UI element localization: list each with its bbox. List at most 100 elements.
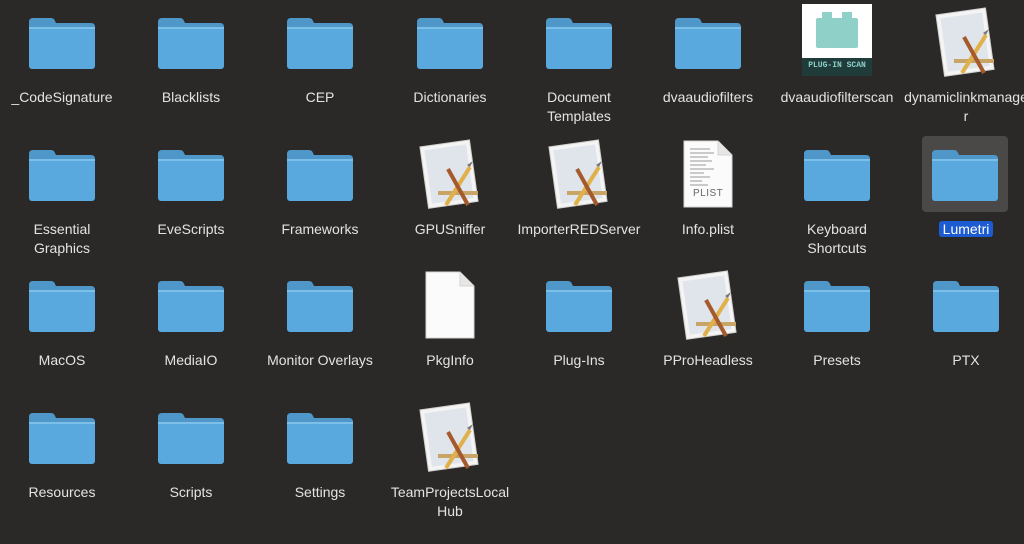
finder-item-label: dynamiclinkmanager <box>904 88 1024 126</box>
folder-icon <box>156 142 226 206</box>
finder-item-name: Resources <box>28 484 96 500</box>
finder-item-name: Presets <box>813 352 861 368</box>
folder-icon <box>285 142 355 206</box>
finder-item-label: PkgInfo <box>388 351 512 370</box>
finder-item-name: EveScripts <box>157 221 225 237</box>
folder-icon <box>285 405 355 469</box>
finder-item-label: Lumetri <box>904 220 1024 239</box>
finder-item[interactable]: EveScripts <box>129 138 253 266</box>
finder-item-name: _CodeSignature <box>11 89 113 105</box>
finder-item[interactable]: Document Templates <box>517 6 641 134</box>
finder-item-label: Document Templates <box>517 88 641 126</box>
finder-item-name: dvaaudiofilters <box>662 89 754 105</box>
finder-item[interactable]: dvaaudiofilters <box>646 6 770 134</box>
finder-item-label: CEP <box>258 88 382 107</box>
folder-icon <box>802 142 872 206</box>
finder-item-name: MediaIO <box>164 352 218 368</box>
blank-file-icon <box>415 271 485 339</box>
finder-item[interactable]: PProHeadless <box>646 269 770 397</box>
finder-item-label: MacOS <box>0 351 124 370</box>
finder-item[interactable]: TeamProjectsLocalHub <box>388 401 512 529</box>
folder-icon <box>156 10 226 74</box>
finder-item-label: Essential Graphics <box>0 220 124 258</box>
folder-icon <box>415 10 485 74</box>
finder-item-label: _CodeSignature <box>0 88 124 107</box>
finder-item[interactable]: Settings <box>258 401 382 529</box>
app-icon <box>415 139 485 209</box>
finder-item[interactable]: PkgInfo <box>388 269 512 397</box>
finder-item-name: Monitor Overlays <box>267 352 373 368</box>
finder-item-name: Essential Graphics <box>33 221 91 256</box>
folder-icon <box>27 273 97 337</box>
folder-icon <box>27 10 97 74</box>
finder-item[interactable]: Essential Graphics <box>0 138 124 266</box>
finder-item-name: TeamProjectsLocalHub <box>390 484 510 519</box>
finder-item-label: PTX <box>904 351 1024 370</box>
finder-item-name: Dictionaries <box>413 89 487 105</box>
finder-item-label: Keyboard Shortcuts <box>775 220 899 258</box>
app-icon <box>544 139 614 209</box>
finder-item-name: Document Templates <box>547 89 611 124</box>
finder-item[interactable]: Resources <box>0 401 124 529</box>
finder-item-label: Info.plist <box>646 220 770 239</box>
finder-item-name: MacOS <box>38 352 86 368</box>
finder-item-label: TeamProjectsLocalHub <box>388 483 512 521</box>
finder-item-name: PProHeadless <box>663 352 753 368</box>
finder-item-name: dvaaudiofilterscan <box>780 89 894 105</box>
finder-item[interactable]: Scripts <box>129 401 253 529</box>
finder-item[interactable]: Dictionaries <box>388 6 512 134</box>
finder-item[interactable]: ImporterREDServer <box>517 138 641 266</box>
finder-item-label: MediaIO <box>129 351 253 370</box>
finder-item-label: Settings <box>258 483 382 502</box>
finder-item[interactable]: Presets <box>775 269 899 397</box>
finder-item[interactable]: _CodeSignature <box>0 6 124 134</box>
finder-item-label: Presets <box>775 351 899 370</box>
folder-icon <box>285 273 355 337</box>
finder-item[interactable]: CEP <box>258 6 382 134</box>
finder-item-label: Scripts <box>129 483 253 502</box>
finder-item[interactable]: PLUG-IN SCAN dvaaudiofilterscan <box>775 4 899 134</box>
finder-item[interactable]: PLIST Info.plist <box>646 138 770 266</box>
finder-item-name: dynamiclinkmanager <box>904 89 1024 124</box>
finder-item[interactable]: Lumetri <box>904 136 1024 266</box>
finder-item-label: GPUSniffer <box>388 220 512 239</box>
plugin-scan-icon: PLUG-IN SCAN <box>802 4 872 76</box>
finder-item-label: ImporterREDServer <box>517 220 641 239</box>
finder-item-label: Resources <box>0 483 124 502</box>
finder-item[interactable]: Blacklists <box>129 6 253 134</box>
finder-item-label: Frameworks <box>258 220 382 239</box>
finder-item-name: GPUSniffer <box>414 221 486 237</box>
finder-item[interactable]: PTX <box>904 269 1024 397</box>
finder-item-name: Frameworks <box>281 221 359 237</box>
finder-item-name: Settings <box>294 484 346 500</box>
finder-item-name: Blacklists <box>161 89 221 105</box>
finder-item[interactable]: Frameworks <box>258 138 382 266</box>
app-icon <box>415 402 485 472</box>
app-icon <box>673 270 743 340</box>
finder-item[interactable]: MediaIO <box>129 269 253 397</box>
finder-icon-grid: _CodeSignature Blacklists CEP Dictionari… <box>0 0 1024 544</box>
finder-item-label: dvaaudiofilterscan <box>775 88 899 107</box>
folder-icon <box>931 273 1001 337</box>
folder-icon <box>285 10 355 74</box>
finder-item-name: PTX <box>952 352 980 368</box>
folder-icon <box>27 405 97 469</box>
folder-icon <box>922 136 1008 212</box>
finder-item[interactable]: GPUSniffer <box>388 138 512 266</box>
finder-item-name: Plug-Ins <box>553 352 605 368</box>
plist-badge: PLIST <box>693 188 724 199</box>
folder-icon <box>802 273 872 337</box>
finder-item[interactable]: MacOS <box>0 269 124 397</box>
finder-item-name: ImporterREDServer <box>517 221 641 237</box>
finder-item[interactable]: dynamiclinkmanager <box>904 6 1024 134</box>
finder-item[interactable]: Monitor Overlays <box>258 269 382 397</box>
finder-item-label: PProHeadless <box>646 351 770 370</box>
finder-item[interactable]: Keyboard Shortcuts <box>775 138 899 266</box>
finder-item-label: EveScripts <box>129 220 253 239</box>
folder-icon <box>156 273 226 337</box>
finder-item-label: Dictionaries <box>388 88 512 107</box>
plist-icon: PLIST <box>673 140 743 208</box>
finder-item-label: Plug-Ins <box>517 351 641 370</box>
app-icon <box>931 7 1001 77</box>
finder-item[interactable]: Plug-Ins <box>517 269 641 397</box>
